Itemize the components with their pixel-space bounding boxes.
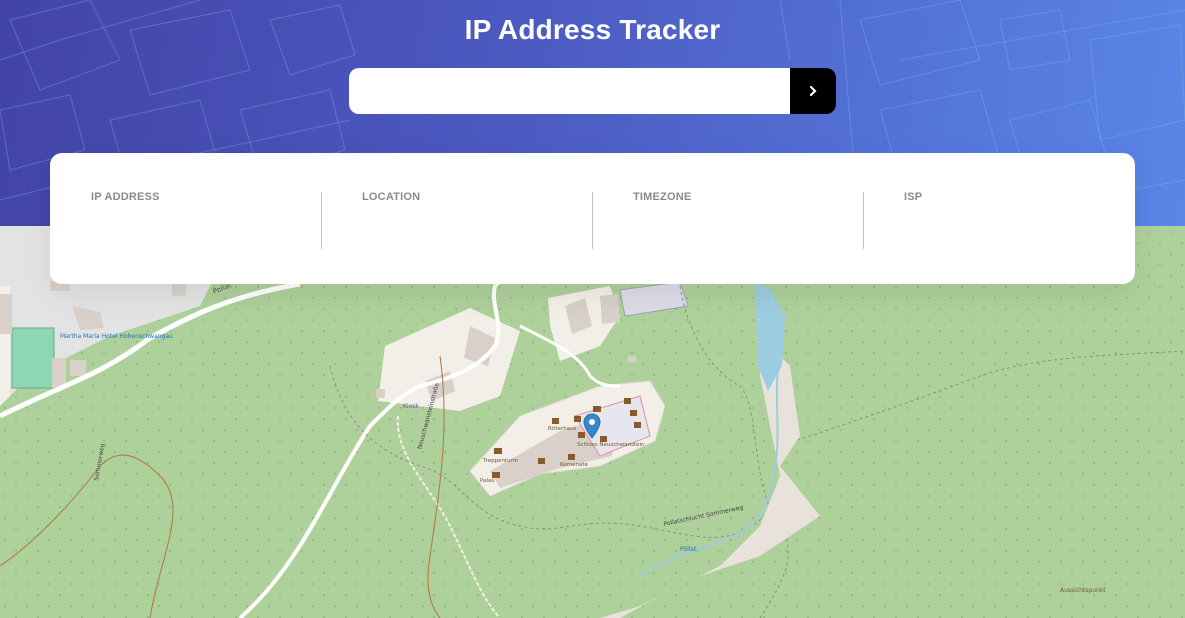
map-view[interactable]: Pollat Martha Maria Hotel Hohenschwangau…	[0, 226, 1185, 618]
search-form	[349, 68, 836, 114]
map-label-aussichtspunkt: Aussichtspunkt	[1060, 587, 1106, 594]
stat-label: ISP	[904, 191, 923, 203]
search-submit-button[interactable]	[790, 68, 836, 114]
map-label-schloss: Schloss Neuschwanstein	[577, 442, 645, 448]
map-label-treppenturm: Treppenturm	[482, 458, 518, 464]
stat-value	[91, 213, 321, 239]
stat-label: LOCATION	[362, 191, 421, 203]
map-label-hotel: Martha Maria Hotel Hohenschwangau	[60, 333, 173, 340]
stat-timezone: TIMEZONE	[592, 153, 863, 284]
map-label-ritterhaus: Ritterhaus	[548, 426, 577, 432]
chevron-right-icon	[809, 85, 817, 97]
ip-search-input[interactable]	[349, 68, 790, 114]
map-label-kiosk: Kiosk	[403, 403, 419, 410]
sports-field	[11, 327, 55, 389]
stat-location: LOCATION	[321, 153, 592, 284]
stat-isp: ISP	[863, 153, 1134, 284]
map-label-kemenate: Kemenate	[560, 462, 588, 468]
stat-value	[362, 213, 592, 239]
stat-label: IP ADDRESS	[91, 191, 160, 203]
stat-ip-address: IP ADDRESS	[50, 153, 321, 284]
stat-value	[904, 213, 1134, 239]
stat-value	[633, 213, 863, 239]
page-title: IP Address Tracker	[464, 14, 721, 45]
map-label-stream: Pöllat	[680, 546, 697, 553]
stat-label: TIMEZONE	[633, 191, 692, 203]
ip-info-card: IP ADDRESS LOCATION TIMEZONE ISP	[50, 153, 1135, 284]
map-label-palas: Palas	[480, 478, 494, 484]
